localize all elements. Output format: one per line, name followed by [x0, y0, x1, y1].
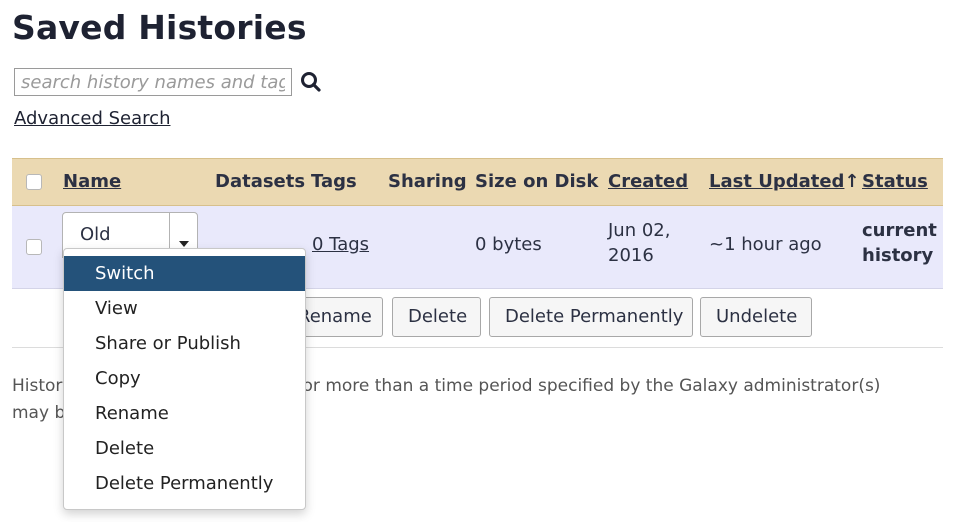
search-input[interactable] [14, 68, 292, 96]
status-line-1: current [862, 220, 937, 241]
tags-link[interactable]: 0 Tags [312, 234, 369, 255]
chevron-down-icon[interactable] [179, 241, 189, 247]
search-bar [14, 68, 322, 96]
menu-item-copy[interactable]: Copy [64, 361, 305, 396]
menu-item-view[interactable]: View [64, 291, 305, 326]
column-datasets: Datasets [215, 171, 306, 192]
menu-item-delete-permanently[interactable]: Delete Permanently [64, 466, 305, 501]
column-tags: Tags [311, 171, 357, 192]
grid-header: Name Datasets Tags Sharing Size on Disk … [12, 158, 943, 206]
sort-arrow-icon: ↑ [844, 171, 860, 192]
size-value: 0 bytes [475, 234, 542, 255]
page-title: Saved Histories [12, 8, 307, 47]
status-line-2: history [862, 245, 934, 266]
menu-item-share-or-publish[interactable]: Share or Publish [64, 326, 305, 361]
delete-button[interactable]: Delete [392, 297, 481, 337]
history-actions-menu: Switch View Share or Publish Copy Rename… [63, 248, 306, 510]
column-name[interactable]: Name [63, 171, 121, 192]
column-last-updated-label: Last Updated [709, 171, 845, 192]
search-icon[interactable] [300, 71, 322, 93]
column-sharing: Sharing [388, 171, 467, 192]
row-checkbox[interactable] [26, 239, 42, 255]
history-name: Old [80, 224, 111, 245]
delete-permanently-button[interactable]: Delete Permanently [489, 297, 693, 337]
menu-item-rename[interactable]: Rename [64, 396, 305, 431]
column-last-updated[interactable]: Last Updated↑ [709, 171, 860, 192]
column-status[interactable]: Status [862, 171, 928, 192]
column-size: Size on Disk [475, 171, 599, 192]
select-all-checkbox[interactable] [26, 174, 42, 190]
updated-value: ~1 hour ago [709, 234, 822, 255]
advanced-search-link[interactable]: Advanced Search [14, 108, 170, 129]
created-year: 2016 [608, 245, 654, 266]
menu-item-delete[interactable]: Delete [64, 431, 305, 466]
undelete-button[interactable]: Undelete [700, 297, 812, 337]
status-value: current history [862, 218, 937, 268]
menu-item-switch[interactable]: Switch [64, 256, 305, 291]
created-value: Jun 02, 2016 [608, 218, 670, 268]
column-created[interactable]: Created [608, 171, 688, 192]
created-date: Jun 02, [608, 220, 671, 241]
